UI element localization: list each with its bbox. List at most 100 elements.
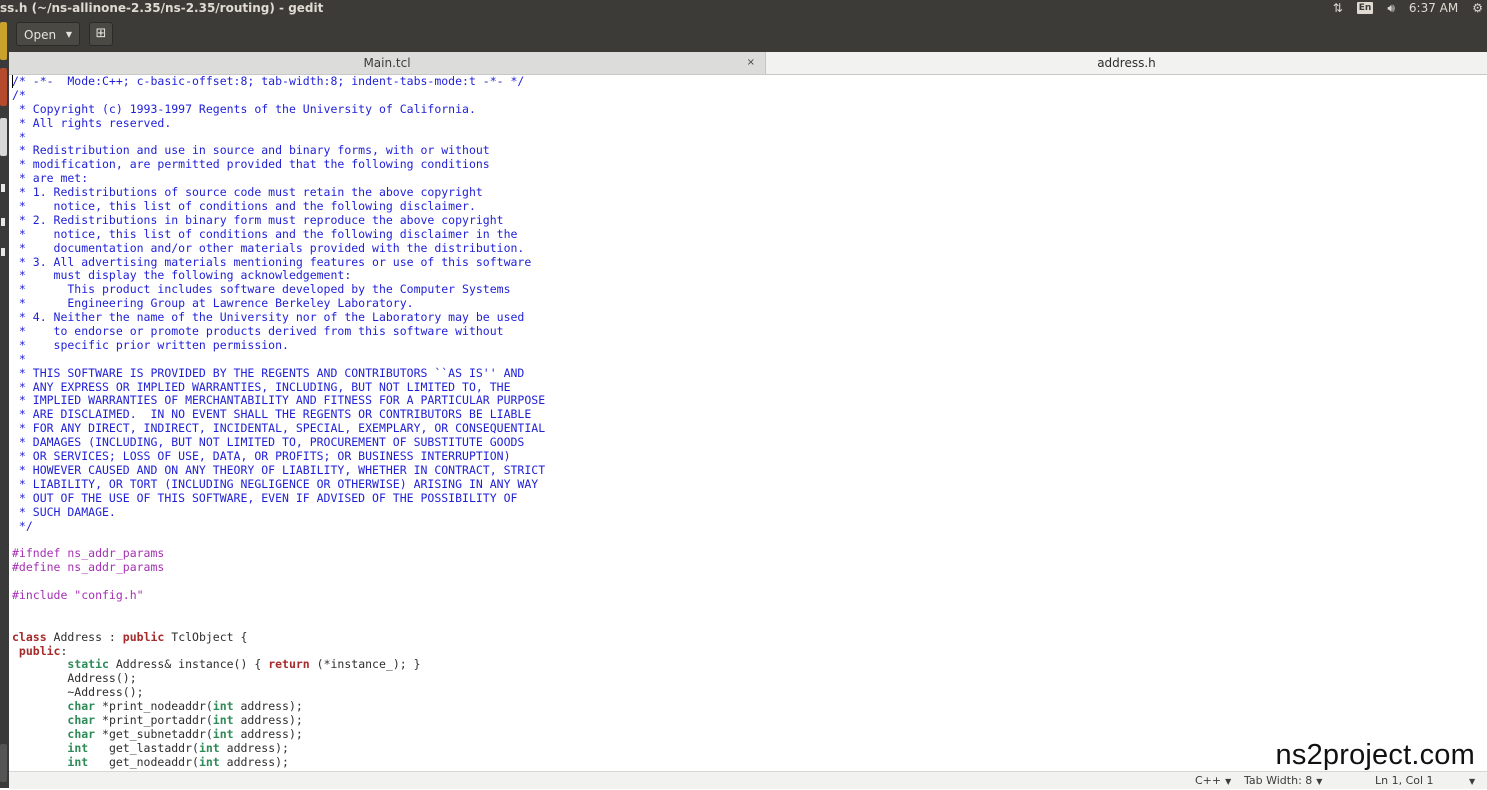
code-line[interactable]: * All rights reserved.	[12, 115, 1487, 131]
launcher	[0, 16, 9, 788]
code-line[interactable]: char *print_portaddr(int address);	[12, 712, 1487, 728]
code-line[interactable]: /* -*- Mode:C++; c-basic-offset:8; tab-w…	[12, 75, 1487, 89]
code-line[interactable]: /*	[12, 87, 1487, 103]
code-line[interactable]: * are met:	[12, 171, 1487, 186]
code-line[interactable]: #ifndef ns_addr_params	[12, 546, 1487, 561]
code-line[interactable]: */	[12, 518, 1487, 534]
code-token: int	[198, 740, 220, 755]
launcher-app-icon[interactable]	[0, 22, 7, 60]
code-line[interactable]: * ANY EXPRESS OR IMPLIED WARRANTIES, INC…	[12, 379, 1487, 395]
tab-width-selector[interactable]: Tab Width: 8 ▼	[1244, 772, 1322, 790]
code-token: get_lastaddr(	[88, 740, 199, 755]
code-line[interactable]	[12, 603, 1487, 617]
code-line[interactable]: class Address : public TclObject {	[12, 630, 1487, 645]
code-token: * to endorse or promote products derived…	[12, 324, 504, 339]
code-token: address);	[233, 712, 303, 727]
code-line[interactable]: * notice, this list of conditions and th…	[12, 199, 1487, 214]
open-button[interactable]: Open ▼	[16, 22, 80, 46]
code-line[interactable]	[12, 533, 1487, 547]
code-line[interactable]: * 2. Redistributions in binary form must…	[12, 212, 1487, 228]
panel-indicators: ⇅ En 🔊︎ 6:37 AM ⚙	[1333, 0, 1487, 16]
language-selector[interactable]: C++ ▼	[1195, 772, 1231, 790]
code-line[interactable]: int get_nodeaddr(int address);	[12, 754, 1487, 770]
clock[interactable]: 6:37 AM	[1409, 0, 1458, 16]
code-token: *	[12, 351, 26, 366]
code-token: * must display the following acknowledge…	[12, 268, 352, 283]
tab-main-tcl[interactable]: Main.tcl ×	[9, 52, 766, 74]
new-document-button[interactable]: ⊞	[89, 22, 113, 46]
code-line[interactable]: * modification, are permitted provided t…	[12, 157, 1487, 172]
code-line[interactable]: * ARE DISCLAIMED. IN NO EVENT SHALL THE …	[12, 407, 1487, 422]
power-gear-icon[interactable]: ⚙	[1472, 0, 1483, 16]
code-token: * notice, this list of conditions and th…	[12, 226, 518, 241]
code-line[interactable]: * Redistribution and use in source and b…	[12, 144, 1487, 158]
code-line[interactable]: static Address& instance() { return (*in…	[12, 657, 1487, 672]
code-line[interactable]: * Engineering Group at Lawrence Berkeley…	[12, 296, 1487, 311]
code-token: address);	[233, 726, 303, 741]
code-token: * HOWEVER CAUSED AND ON ANY THEORY OF LI…	[12, 462, 546, 477]
code-line[interactable]: #include "config.h"	[12, 588, 1487, 603]
code-token: */	[12, 518, 33, 533]
launcher-running-indicator	[1, 248, 5, 256]
code-line[interactable]: * IMPLIED WARRANTIES OF MERCHANTABILITY …	[12, 394, 1487, 408]
tab-label: address.h	[1097, 56, 1156, 70]
code-token: * All rights reserved.	[12, 115, 172, 130]
code-token: * OUT OF THE USE OF THIS SOFTWARE, EVEN …	[12, 490, 518, 505]
volume-icon[interactable]: 🔊︎	[1387, 0, 1395, 16]
cursor-position: Ln 1, Col 1	[1375, 774, 1434, 787]
watermark: ns2project.com	[1275, 739, 1475, 771]
code-line[interactable]: * must display the following acknowledge…	[12, 269, 1487, 283]
code-line[interactable]: * SUCH DAMAGE.	[12, 505, 1487, 520]
launcher-app-icon[interactable]	[0, 118, 7, 156]
code-line[interactable]: public:	[12, 644, 1487, 659]
code-line[interactable]: * HOWEVER CAUSED AND ON ANY THEORY OF LI…	[12, 462, 1487, 478]
overflow-menu[interactable]: ▼	[1465, 772, 1475, 790]
launcher-app-icon[interactable]	[0, 68, 7, 106]
code-line[interactable]: * OUT OF THE USE OF THIS SOFTWARE, EVEN …	[12, 490, 1487, 506]
code-line[interactable]: int get_lastaddr(int address);	[12, 740, 1487, 756]
code-line[interactable]: *	[12, 130, 1487, 145]
code-line[interactable]: * OR SERVICES; LOSS OF USE, DATA, OR PRO…	[12, 449, 1487, 464]
code-line[interactable]: * 4. Neither the name of the University …	[12, 310, 1487, 325]
code-line[interactable]: * FOR ANY DIRECT, INDIRECT, INCIDENTAL, …	[12, 421, 1487, 436]
code-token: * ANY EXPRESS OR IMPLIED WARRANTIES, INC…	[12, 379, 511, 394]
code-token: get_nodeaddr(	[88, 754, 199, 769]
code-line[interactable]	[12, 617, 1487, 631]
code-line[interactable]: * 3. All advertising materials mentionin…	[12, 255, 1487, 270]
code-line[interactable]: *	[12, 351, 1487, 367]
keyboard-icon[interactable]: En	[1356, 2, 1374, 14]
tab-bar: Main.tcl × address.h	[9, 52, 1487, 75]
close-icon[interactable]: ×	[747, 52, 755, 74]
code-line[interactable]: Address();	[12, 671, 1487, 686]
code-line[interactable]: * Copyright (c) 1993-1997 Regents of the…	[12, 102, 1487, 117]
status-bar: C++ ▼ Tab Width: 8 ▼ Ln 1, Col 1 ▼	[9, 771, 1487, 789]
code-token: address);	[219, 754, 289, 769]
code-line[interactable]: #define ns_addr_params	[12, 560, 1487, 575]
code-line[interactable]: ~Address();	[12, 685, 1487, 700]
code-token: /*	[12, 87, 26, 102]
tab-address-h[interactable]: address.h	[766, 52, 1487, 74]
code-token: * notice, this list of conditions and th…	[12, 199, 476, 214]
code-editor[interactable]: /* -*- Mode:C++; c-basic-offset:8; tab-w…	[9, 75, 1487, 771]
chevron-down-icon: ▼	[1469, 777, 1476, 786]
code-line[interactable]: * DAMAGES (INCLUDING, BUT NOT LIMITED TO…	[12, 435, 1487, 450]
code-token: * 2. Redistributions in binary form must…	[12, 212, 504, 227]
code-line[interactable]: * documentation and/or other materials p…	[12, 241, 1487, 256]
code-line[interactable]: char *get_subnetaddr(int address);	[12, 726, 1487, 742]
code-line[interactable]: * 1. Redistributions of source code must…	[12, 185, 1487, 200]
code-token: * are met:	[12, 171, 89, 186]
code-line[interactable]: char *print_nodeaddr(int address);	[12, 699, 1487, 714]
code-line[interactable]: * THIS SOFTWARE IS PROVIDED BY THE REGEN…	[12, 366, 1487, 381]
code-line[interactable]: * notice, this list of conditions and th…	[12, 226, 1487, 242]
network-arrows-icon[interactable]: ⇅	[1333, 0, 1343, 16]
code-text[interactable]: /* -*- Mode:C++; c-basic-offset:8; tab-w…	[9, 75, 1487, 770]
chevron-down-icon: ▼	[1225, 777, 1232, 786]
code-line[interactable]: * specific prior written permission.	[12, 338, 1487, 353]
code-line[interactable]	[12, 575, 1487, 589]
launcher-app-icon[interactable]	[0, 744, 7, 782]
code-line[interactable]: * This product includes software develop…	[12, 282, 1487, 297]
toolbar: Open ▼ ⊞	[9, 16, 1487, 52]
code-line[interactable]: * to endorse or promote products derived…	[12, 324, 1487, 339]
code-line[interactable]: * LIABILITY, OR TORT (INCLUDING NEGLIGEN…	[12, 477, 1487, 492]
